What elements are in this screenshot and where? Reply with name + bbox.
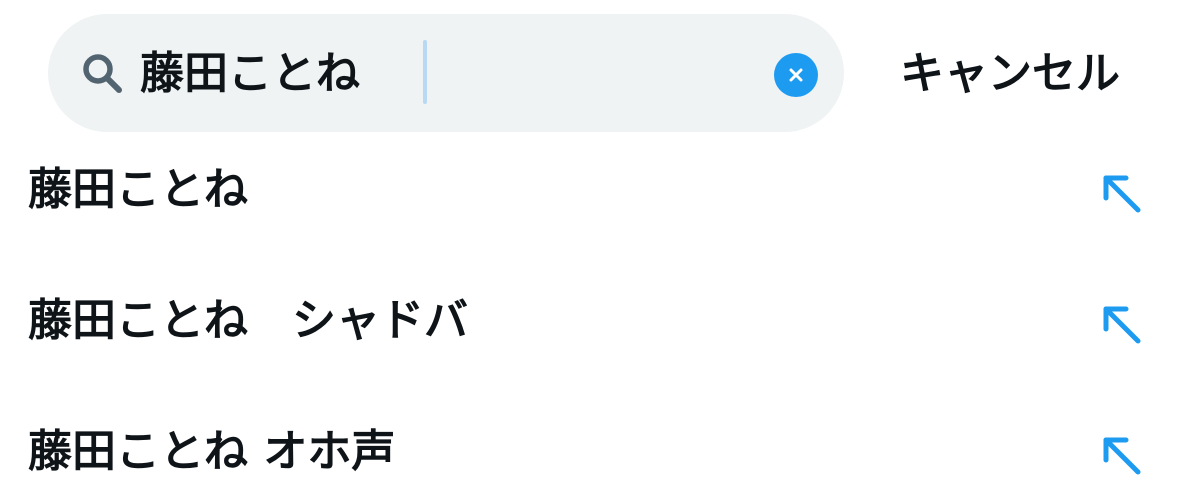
arrow-up-left-icon[interactable] [1098, 432, 1144, 478]
search-input[interactable]: 藤田ことね [140, 44, 360, 104]
suggestion-item[interactable]: 藤田ことね [0, 132, 1178, 250]
suggestion-item[interactable]: 藤田ことね オホ声 [0, 394, 1178, 504]
suggestion-label: 藤田ことね [28, 164, 248, 215]
text-cursor [423, 40, 427, 104]
close-icon [789, 68, 803, 82]
suggestion-label: 藤田ことね オホ声 [28, 426, 396, 477]
clear-search-button[interactable] [774, 53, 818, 97]
search-icon [80, 51, 124, 95]
cancel-button[interactable]: キャンセル [890, 44, 1130, 104]
suggestion-item[interactable]: 藤田ことね シャドバ [0, 263, 1178, 381]
arrow-up-left-icon[interactable] [1098, 170, 1144, 216]
search-screen: 藤田ことね キャンセル 藤田ことね 藤田ことね シャドバ 藤田ことね オホ声 [0, 0, 1178, 504]
search-suggestions-list: 藤田ことね 藤田ことね シャドバ 藤田ことね オホ声 [0, 132, 1178, 504]
suggestion-label: 藤田ことね シャドバ [28, 295, 468, 346]
arrow-up-left-icon[interactable] [1098, 301, 1144, 347]
